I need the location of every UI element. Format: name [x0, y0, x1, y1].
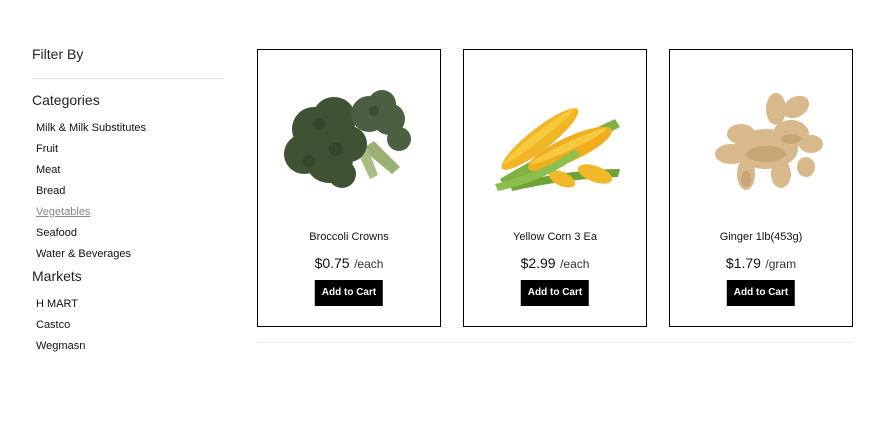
- product-name: Ginger 1lb(453g): [719, 231, 803, 243]
- category-water-beverages[interactable]: Water & Beverages: [36, 244, 146, 265]
- markets-list: H MART Castco Wegmasn: [36, 294, 85, 357]
- product-price: $2.99 /each: [464, 255, 646, 273]
- category-seafood[interactable]: Seafood: [36, 223, 146, 244]
- corn-image: [464, 64, 646, 214]
- categories-title: Categories: [32, 92, 100, 108]
- price-unit: /gram: [765, 257, 797, 271]
- category-meat[interactable]: Meat: [36, 160, 146, 181]
- price-unit: /each: [354, 257, 384, 271]
- add-to-cart-button[interactable]: Add to Cart: [520, 280, 590, 306]
- markets-title: Markets: [32, 268, 82, 284]
- product-card: Yellow Corn 3 Ea $2.99 /each Add to Cart: [463, 49, 647, 327]
- product-name: Yellow Corn 3 Ea: [513, 231, 597, 243]
- filter-title: Filter By: [32, 46, 84, 62]
- categories-list: Milk & Milk Substitutes Fruit Meat Bread…: [36, 118, 146, 265]
- category-fruit[interactable]: Fruit: [36, 139, 146, 160]
- category-milk[interactable]: Milk & Milk Substitutes: [36, 118, 146, 139]
- product-price: $0.75 /each: [258, 255, 440, 273]
- product-price: $1.79 /gram: [670, 255, 852, 273]
- market-castco[interactable]: Castco: [36, 315, 85, 336]
- products-divider: [257, 342, 853, 343]
- ginger-image: [670, 64, 852, 214]
- price-amount: $1.79: [725, 255, 761, 271]
- broccoli-image: [258, 64, 440, 214]
- market-wegmasn[interactable]: Wegmasn: [36, 336, 85, 357]
- add-to-cart-button[interactable]: Add to Cart: [726, 280, 796, 306]
- price-unit: /each: [560, 257, 590, 271]
- product-card: Broccoli Crowns $0.75 /each Add to Cart: [257, 49, 441, 327]
- add-to-cart-button[interactable]: Add to Cart: [314, 280, 384, 306]
- product-name: Broccoli Crowns: [309, 231, 389, 243]
- filter-divider: [32, 78, 224, 79]
- market-hmart[interactable]: H MART: [36, 294, 85, 315]
- product-card: Ginger 1lb(453g) $1.79 /gram Add to Cart: [669, 49, 853, 327]
- category-bread[interactable]: Bread: [36, 181, 146, 202]
- price-amount: $0.75: [314, 255, 350, 271]
- category-vegetables[interactable]: Vegetables: [36, 202, 146, 223]
- price-amount: $2.99: [520, 255, 556, 271]
